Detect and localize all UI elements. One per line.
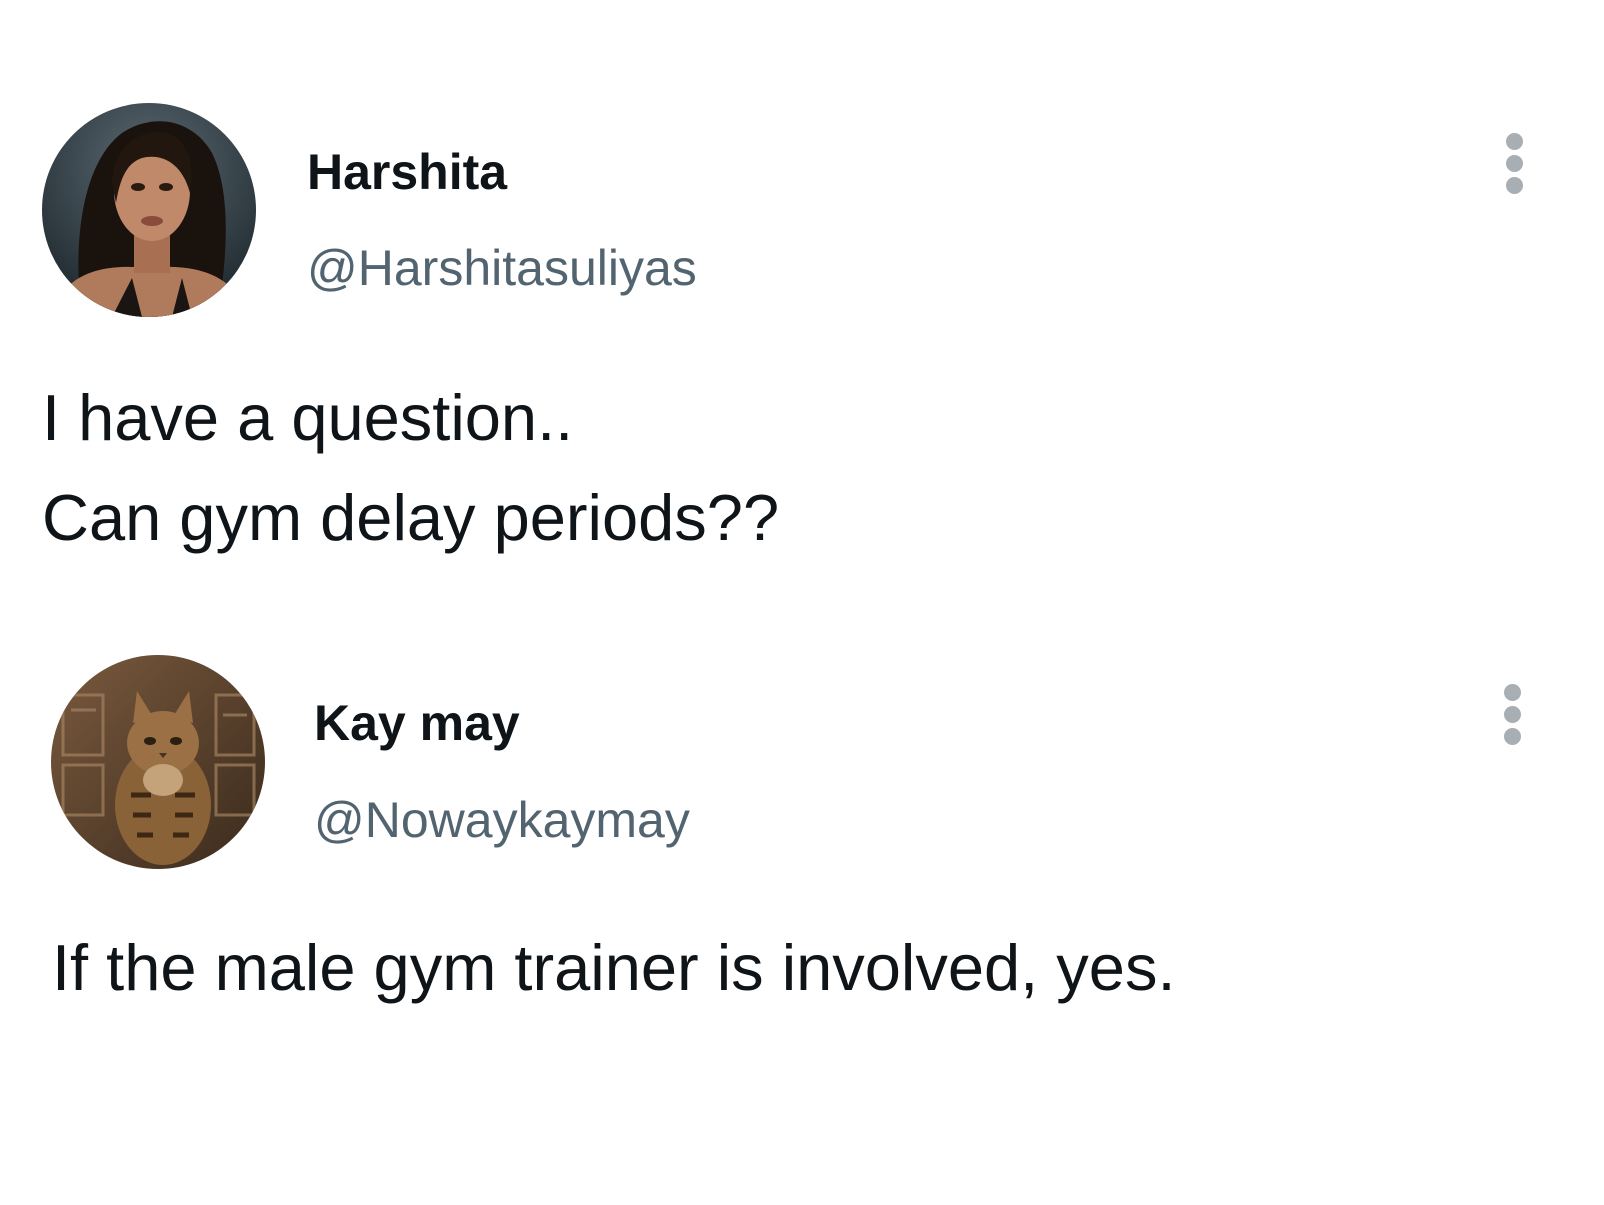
display-name[interactable]: Kay may xyxy=(314,693,520,753)
post-text-line: I have a question.. xyxy=(42,381,574,454)
avatar-harshita[interactable] xyxy=(42,103,256,317)
user-handle[interactable]: @Nowaykaymay xyxy=(314,790,690,850)
profile-photo-woman-icon xyxy=(42,103,256,317)
user-handle[interactable]: @Harshitasuliyas xyxy=(307,238,697,298)
avatar-kaymay[interactable] xyxy=(51,655,265,869)
post-text-line: If the male gym trainer is involved, yes… xyxy=(52,931,1176,1004)
post-text-line: Can gym delay periods?? xyxy=(42,481,780,554)
post-harshita: Harshita @Harshitasuliyas I have a quest… xyxy=(0,0,1604,600)
profile-photo-cat-icon xyxy=(51,655,265,869)
more-vertical-icon[interactable] xyxy=(1503,133,1527,205)
more-vertical-icon[interactable] xyxy=(1501,684,1525,756)
display-name[interactable]: Harshita xyxy=(307,142,507,202)
